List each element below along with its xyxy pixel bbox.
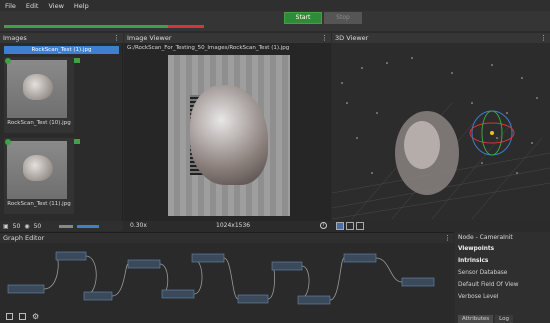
menu-edit[interactable]: Edit <box>21 2 44 10</box>
image-resolution: 1024x1536 <box>216 222 251 229</box>
image-viewer-footer: 0.30x 1024x1536 i <box>124 221 331 231</box>
graph-node[interactable] <box>161 289 195 299</box>
attribute-default-fov[interactable]: Default Field Of View <box>458 280 550 291</box>
3d-viewer[interactable]: 3D Viewer ⋮ <box>332 33 550 231</box>
image-viewer-header: Image Viewer ⋮ <box>124 33 331 43</box>
camera-status-icon <box>5 139 11 145</box>
attribute-intrinsics[interactable]: Intrinsics <box>458 256 550 267</box>
displayed-photo[interactable] <box>168 55 290 216</box>
progress-fill <box>4 25 168 28</box>
rock-photo <box>190 85 268 185</box>
start-button[interactable]: Start <box>284 12 322 24</box>
images-header: Images ⋮ <box>0 33 123 43</box>
3d-viewer-footer <box>332 220 550 231</box>
kebab-menu-icon[interactable]: ⋮ <box>321 33 328 43</box>
images-panel: Images ⋮ RockScan_Test (1).jpg RockScan_… <box>0 33 123 231</box>
menu-file[interactable]: File <box>0 2 21 10</box>
images-footer: ▣ 50 ◉ 50 <box>0 221 123 231</box>
image-count: 50 <box>12 222 21 230</box>
3d-viewer-header: 3D Viewer ⋮ <box>332 33 550 43</box>
graph-footer: ⚙ <box>0 311 454 323</box>
camera-status-icon <box>5 58 11 64</box>
images-title: Images <box>3 34 27 42</box>
thumbnail-size-slider-fill[interactable] <box>77 224 100 228</box>
thumbnail-image <box>7 60 67 118</box>
stop-button[interactable]: Stop <box>324 12 362 24</box>
menu-view[interactable]: View <box>43 2 68 10</box>
progress-error-segment <box>168 25 204 28</box>
zoom-level: 0.30x <box>130 222 147 229</box>
graph-node[interactable] <box>55 251 87 261</box>
thumbnail-label: RockScan_Test (11).jpg <box>7 201 71 207</box>
inspector-tabs: Attributes Log <box>458 315 513 323</box>
thumbnail-size-slider[interactable] <box>59 224 74 228</box>
node-inspector: Node - CameraInit Viewpoints Intrinsics … <box>455 232 550 323</box>
camera-count: 50 <box>33 222 42 230</box>
menu-bar: File Edit View Help <box>0 0 550 11</box>
graph-editor: Graph Editor ⋮ ⚙ <box>0 232 454 323</box>
3d-viewer-title: 3D Viewer <box>335 34 369 42</box>
fit-view-icon[interactable] <box>6 313 13 320</box>
tab-attributes[interactable]: Attributes <box>458 315 494 323</box>
image-status-icon <box>74 139 80 144</box>
graph-node[interactable] <box>127 259 161 269</box>
kebab-menu-icon[interactable]: ⋮ <box>113 33 120 43</box>
settings-icon[interactable]: ⚙ <box>32 313 39 323</box>
graph-node[interactable] <box>401 277 435 287</box>
graph-node[interactable] <box>191 253 225 263</box>
attribute-sensor-database[interactable]: Sensor Database <box>458 268 550 279</box>
selected-image-label[interactable]: RockScan_Test (1).jpg <box>4 46 119 54</box>
kebab-menu-icon[interactable]: ⋮ <box>540 33 547 43</box>
graph-editor-title: Graph Editor <box>3 234 45 242</box>
mode-button-solid[interactable] <box>336 222 344 230</box>
thumbnail-card[interactable]: RockScan_Test (11).jpg <box>4 138 80 214</box>
mode-button-wireframe[interactable] <box>346 222 354 230</box>
graph-node[interactable] <box>297 295 331 305</box>
graph-node[interactable] <box>271 261 303 271</box>
image-path: G:/RockScan_For_Testing_50_Images/RockSc… <box>127 45 290 51</box>
image-status-icon <box>74 58 80 63</box>
mode-button-points[interactable] <box>356 222 364 230</box>
attribute-viewpoints[interactable]: Viewpoints <box>458 244 550 255</box>
kebab-menu-icon[interactable]: ⋮ <box>444 233 451 243</box>
thumbnail-card[interactable]: RockScan_Test (10).jpg <box>4 57 80 133</box>
graph-node[interactable] <box>237 294 269 304</box>
image-icon: ▣ <box>3 222 9 230</box>
fullscreen-icon[interactable] <box>19 313 26 320</box>
point-cloud-scene <box>332 57 550 219</box>
rock-thumbnail <box>23 155 53 181</box>
toolbar: Start Stop <box>0 11 550 31</box>
image-viewer: Image Viewer ⋮ G:/RockScan_For_Testing_5… <box>124 33 331 231</box>
menu-help[interactable]: Help <box>69 2 94 10</box>
graph-node[interactable] <box>7 284 45 294</box>
graph-node[interactable] <box>343 253 377 263</box>
tab-log[interactable]: Log <box>495 315 513 323</box>
thumbnail-image <box>7 141 67 199</box>
info-icon[interactable]: i <box>320 222 327 229</box>
node-graph[interactable] <box>0 244 454 312</box>
image-viewer-title: Image Viewer <box>127 34 172 42</box>
thumbnail-label: RockScan_Test (10).jpg <box>7 120 71 126</box>
graph-node[interactable] <box>83 291 113 301</box>
progress-bar <box>4 25 204 28</box>
node-title: Node - CameraInit <box>458 234 513 241</box>
attribute-verbose-level[interactable]: Verbose Level <box>458 292 550 303</box>
rock-thumbnail <box>23 74 53 100</box>
graph-editor-header: Graph Editor ⋮ <box>0 233 454 243</box>
camera-icon: ◉ <box>24 222 30 230</box>
